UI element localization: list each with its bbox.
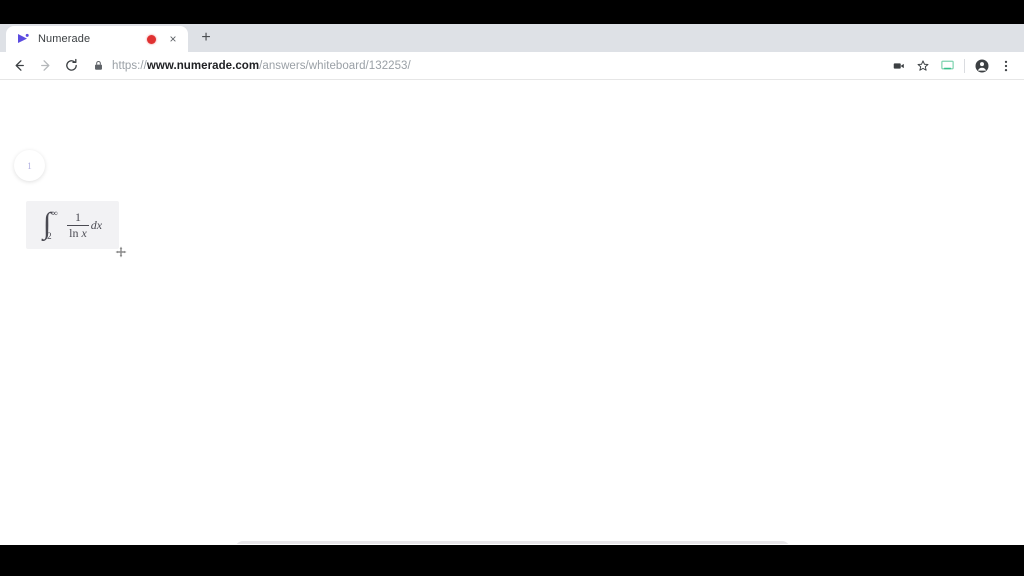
record-dot-icon — [147, 34, 156, 44]
integral-lower-limit: 2 — [47, 231, 52, 241]
browser-window: Numerade × + https://www.numerade.com/an… — [0, 24, 1024, 545]
page-number-badge: 1 — [14, 150, 45, 181]
math-expression: ∫ ∞ 2 1 ln x dx — [43, 208, 103, 241]
numerade-logo-icon — [16, 32, 30, 46]
arrow-left-icon[interactable] — [6, 53, 32, 79]
fraction: 1 ln x — [67, 211, 89, 239]
star-icon[interactable] — [911, 53, 935, 79]
account-avatar-icon[interactable] — [970, 53, 994, 79]
url-scheme: https:// — [112, 59, 147, 72]
browser-toolbar: https://www.numerade.com/answers/whitebo… — [0, 52, 1024, 80]
letterbox-bottom — [0, 545, 1024, 576]
toolbar-divider — [964, 58, 965, 73]
close-icon[interactable]: × — [166, 32, 180, 46]
video-camera-icon[interactable] — [887, 53, 911, 79]
letterbox-top — [0, 0, 1024, 24]
screen-recording-frame: Numerade × + https://www.numerade.com/an… — [0, 0, 1024, 576]
variable-x: x — [81, 225, 87, 240]
arrow-right-icon[interactable] — [32, 53, 58, 79]
new-tab-button[interactable]: + — [192, 26, 220, 52]
url-path: /answers/whiteboard/132253/ — [259, 59, 411, 72]
integral-upper-limit: ∞ — [51, 208, 58, 218]
whiteboard-canvas[interactable]: 1 ∫ ∞ 2 1 ln x dx — [0, 80, 1024, 544]
reload-icon[interactable] — [58, 53, 84, 79]
differential: dx — [90, 218, 103, 232]
fraction-denominator: ln x — [67, 225, 89, 240]
url-text: https://www.numerade.com/answers/whitebo… — [112, 60, 411, 72]
integral-limits: ∞ 2 — [47, 208, 64, 241]
url-host: www.numerade.com — [146, 59, 260, 72]
three-dot-menu-icon[interactable] — [994, 53, 1018, 79]
move-crosshair-cursor — [115, 245, 127, 258]
tab-title: Numerade — [38, 33, 91, 45]
integral-group: ∫ ∞ 2 — [43, 208, 64, 241]
toolbar-actions — [887, 53, 1018, 79]
ln-label: ln — [69, 225, 79, 240]
tab-strip: Numerade × + — [0, 24, 1024, 52]
problem-statement-image[interactable]: ∫ ∞ 2 1 ln x dx — [26, 201, 119, 249]
address-bar[interactable]: https://www.numerade.com/answers/whitebo… — [92, 56, 881, 76]
tab-numerade[interactable]: Numerade × — [6, 26, 188, 52]
fraction-numerator: 1 — [74, 209, 81, 224]
cast-screen-icon[interactable] — [935, 53, 959, 79]
lock-icon — [92, 60, 104, 72]
whiteboard-toolbar: A — [235, 541, 790, 544]
